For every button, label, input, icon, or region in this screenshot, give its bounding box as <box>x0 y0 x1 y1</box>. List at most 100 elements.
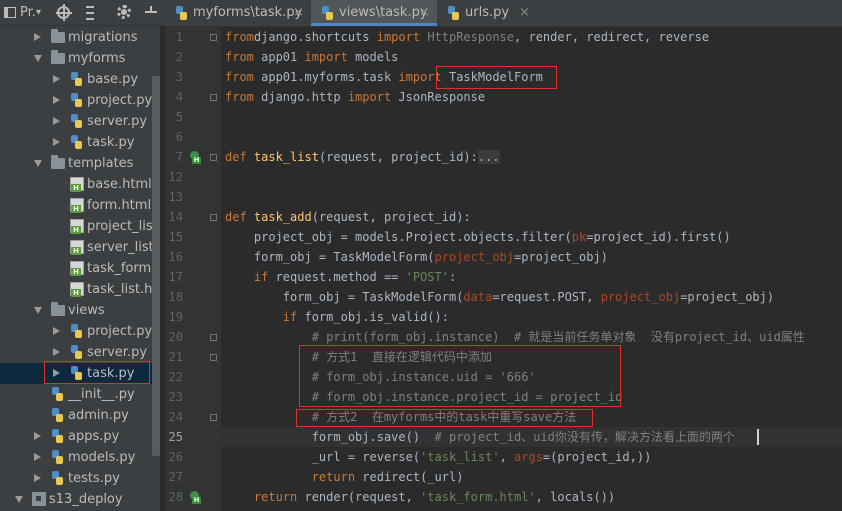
code-token: # print(form_obj.instance) # 就是当前任务单对象 没… <box>225 330 805 344</box>
pycharm-window: Pr. ▾ migrations myforms base.py project.py… <box>0 0 842 511</box>
line-number: 24 <box>168 410 183 424</box>
tree-item-task-py[interactable]: task.py <box>0 132 160 153</box>
code-token: project_obj <box>600 290 681 304</box>
line-number: 12 <box>168 170 183 184</box>
tab-views-task-py[interactable]: views\task.py × <box>311 0 437 26</box>
tree-item-templates[interactable]: templates <box>0 153 160 174</box>
tree-item-s13-deploy[interactable]: s13_deploy <box>0 489 160 510</box>
tree-item-admin-py[interactable]: admin.py <box>0 405 160 426</box>
tree-item-views[interactable]: views <box>0 300 160 321</box>
code-token: app01 <box>261 50 305 64</box>
code-line: # print(form_obj.instance) # 就是当前任务单对象 没… <box>225 327 805 347</box>
code-token: pk <box>571 230 587 244</box>
expand-arrow-down-icon[interactable] <box>34 55 42 62</box>
target-icon[interactable] <box>56 4 72 22</box>
code-token: django.http <box>261 90 348 104</box>
expand-arrow-down-icon[interactable] <box>15 496 23 503</box>
tree-item-label: project_list.ht <box>87 219 160 234</box>
code-line: from django.http import JsonResponse <box>225 87 485 107</box>
tab-label: views\task.py <box>339 5 428 20</box>
folded-code-pill[interactable]: ... <box>477 150 500 164</box>
tree-item-apps-py[interactable]: apps.py <box>0 426 160 447</box>
line-number: 2 <box>175 50 183 64</box>
code-line: return render(request, 'task_form.html',… <box>225 487 615 507</box>
expand-arrow-right-icon[interactable] <box>53 327 60 335</box>
fold-marker-icon[interactable] <box>210 354 217 361</box>
html-file-icon: H <box>70 240 84 255</box>
python-file-icon <box>70 93 84 107</box>
tree-item-server-list-htm[interactable]: Hserver_list.htm <box>0 237 160 258</box>
code-token: def <box>225 210 254 224</box>
tree-item-form-html[interactable]: Hform.html <box>0 195 160 216</box>
tree-item-server-py[interactable]: server.py <box>0 111 160 132</box>
tree-item-myforms[interactable]: myforms <box>0 48 160 69</box>
expand-arrow-right-icon[interactable] <box>53 75 60 83</box>
code-token: from <box>225 30 254 44</box>
fold-marker-icon[interactable] <box>210 34 217 41</box>
tree-item-tests-py[interactable]: tests.py <box>0 468 160 489</box>
highlight-box-import <box>436 66 557 89</box>
code-token: request.method == <box>275 270 406 284</box>
code-token: form_obj = TaskModelForm( <box>225 290 464 304</box>
tree-item-models-py[interactable]: models.py <box>0 447 160 468</box>
line-number: 23 <box>168 390 183 404</box>
highlight-box-method1 <box>299 345 621 407</box>
fold-marker-icon[interactable] <box>210 94 217 101</box>
url-mapping-gutter-icon[interactable]: H <box>190 151 203 164</box>
fold-marker-icon[interactable] <box>210 154 217 161</box>
line-number: 18 <box>168 290 183 304</box>
code-line: def task_list(request, project_id):... <box>225 147 500 167</box>
folder-icon <box>51 302 65 316</box>
tab-myforms-task-py[interactable]: myforms\task.py × <box>165 0 311 26</box>
code-token: 'task_list' <box>420 450 500 464</box>
expand-arrow-right-icon[interactable] <box>53 348 60 356</box>
expand-arrow-down-icon[interactable] <box>34 307 42 314</box>
close-tab-icon[interactable]: × <box>293 0 304 26</box>
expand-arrow-right-icon[interactable] <box>34 33 41 41</box>
tree-item-migrations[interactable]: migrations <box>0 27 160 48</box>
python-file-icon <box>70 345 84 359</box>
tree-item-project-py[interactable]: project.py <box>0 321 160 342</box>
expand-arrow-right-icon[interactable] <box>53 117 60 125</box>
close-tab-icon[interactable]: × <box>519 0 530 26</box>
fold-marker-icon[interactable] <box>210 214 217 221</box>
project-view-dropdown-icon[interactable]: ▾ <box>36 4 41 22</box>
code-line: return redirect(_url) <box>225 467 464 487</box>
tree-item-label: project.py <box>87 93 153 108</box>
code-token: return <box>225 470 363 484</box>
tree-item-server-py[interactable]: server.py <box>0 342 160 363</box>
tree-item-base-html[interactable]: Hbase.html <box>0 174 160 195</box>
project-tree-scrollbar[interactable] <box>152 76 160 456</box>
line-number: 19 <box>168 310 183 324</box>
project-panel-title[interactable]: Pr. <box>20 4 36 22</box>
expand-arrow-right-icon[interactable] <box>34 432 41 440</box>
tree-item-label: models.py <box>68 450 136 465</box>
expand-arrow-right-icon[interactable] <box>53 138 60 146</box>
tree-item-label: myforms <box>68 51 126 66</box>
fold-marker-icon[interactable] <box>210 334 217 341</box>
close-tab-icon[interactable]: × <box>419 0 430 26</box>
hide-icon[interactable] <box>143 4 157 22</box>
tree-item-project-py[interactable]: project.py <box>0 90 160 111</box>
expand-arrow-down-icon[interactable] <box>34 160 42 167</box>
tree-item-base-py[interactable]: base.py <box>0 69 160 90</box>
tree-item-init-py[interactable]: __init__.py <box>0 384 160 405</box>
expand-arrow-right-icon[interactable] <box>53 96 60 104</box>
expand-arrow-right-icon[interactable] <box>34 453 41 461</box>
tree-item-task-form-htm[interactable]: Htask_form.htm <box>0 258 160 279</box>
code-token: django.shortcuts <box>253 30 377 44</box>
line-number: 4 <box>175 90 183 104</box>
gear-icon[interactable] <box>116 4 132 22</box>
collapse-icon[interactable] <box>83 4 97 22</box>
html-file-icon: H <box>70 177 84 192</box>
code-token: render(request, <box>304 490 421 504</box>
tree-item-label: task.py <box>87 135 135 150</box>
tree-item-task-list-html[interactable]: Htask_list.html <box>0 279 160 300</box>
code-token: 'POST' <box>405 270 449 284</box>
tree-item-project-list-ht[interactable]: Hproject_list.ht <box>0 216 160 237</box>
url-mapping-gutter-icon[interactable]: H <box>190 491 203 504</box>
fold-marker-icon[interactable] <box>210 414 217 421</box>
expand-arrow-right-icon[interactable] <box>34 474 41 482</box>
tab-urls-py[interactable]: urls.py × <box>437 0 537 26</box>
code-token: def <box>225 150 254 164</box>
